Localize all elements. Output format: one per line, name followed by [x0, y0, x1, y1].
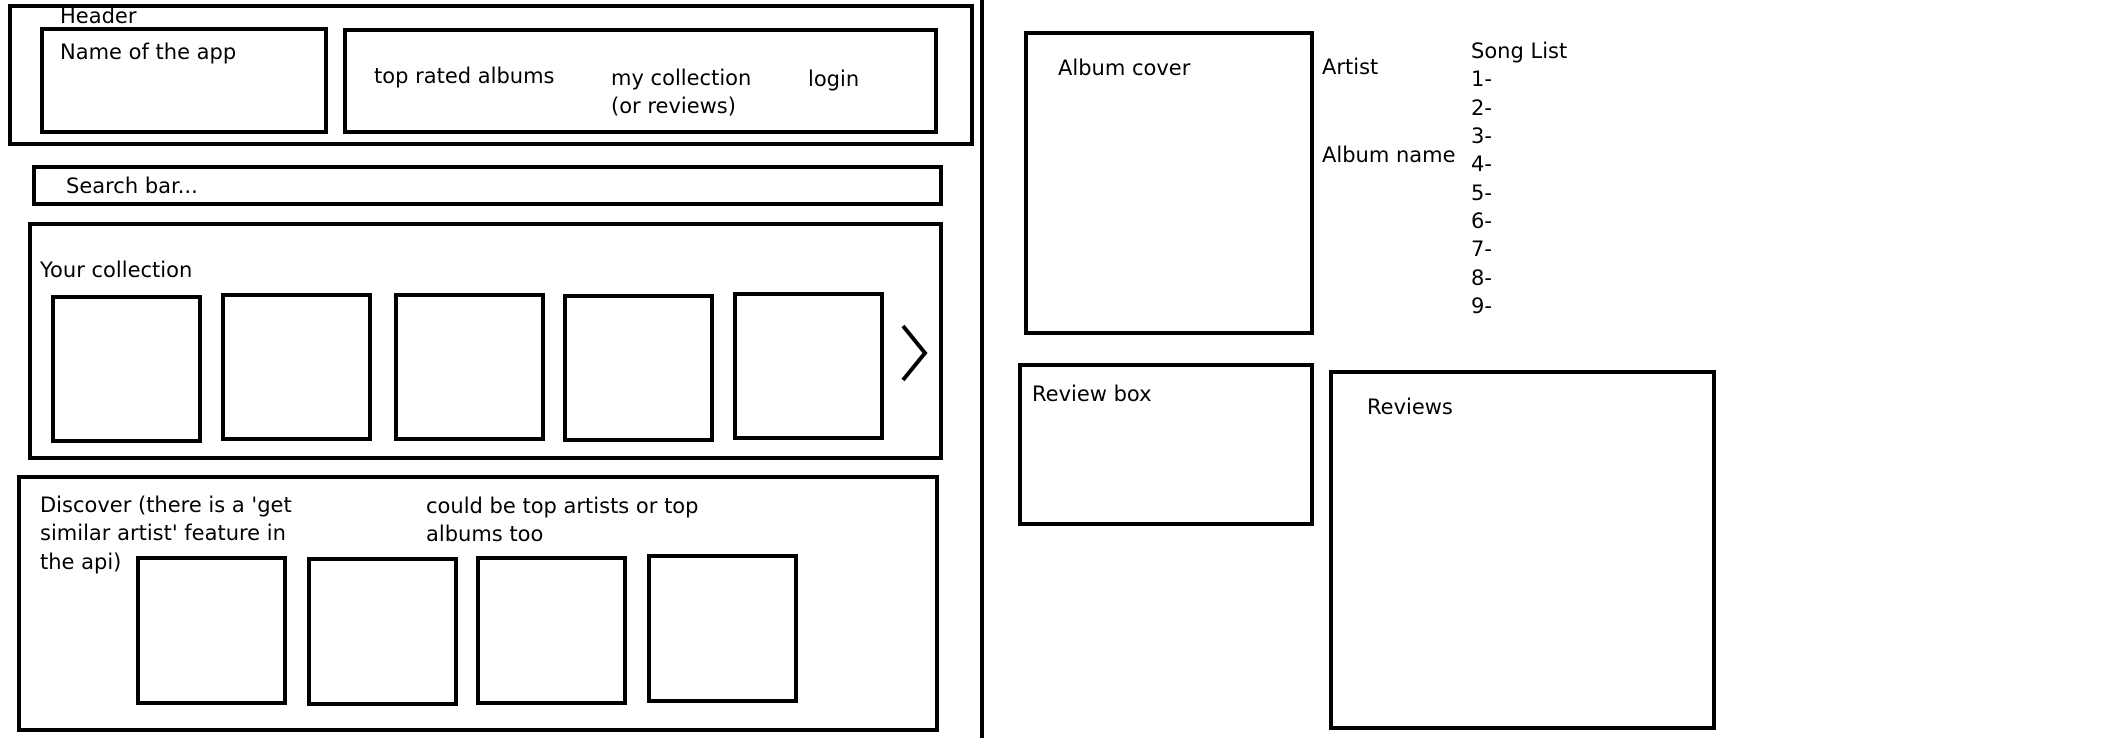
nav-my-collection-line2: (or reviews): [611, 94, 736, 119]
song-list-item: 6-: [1471, 209, 1492, 234]
search-placeholder: Search bar...: [66, 174, 198, 198]
song-list-item: 1-: [1471, 67, 1492, 92]
discover-note-line1: could be top artists or top: [426, 494, 699, 518]
collection-album-card[interactable]: [51, 295, 202, 443]
discover-note: could be top artists or top albums too: [426, 492, 699, 549]
album-cover-label: Album cover: [1058, 56, 1191, 80]
mockup-divider: [980, 0, 984, 738]
album-name-label: Album name: [1322, 143, 1456, 167]
nav-login[interactable]: login: [808, 65, 859, 93]
collection-title: Your collection: [40, 258, 193, 282]
nav-my-collection-line1: my collection: [611, 66, 752, 90]
nav-my-collection[interactable]: my collection (or reviews): [611, 64, 751, 121]
song-list-item: 3-: [1471, 124, 1492, 149]
song-list-item: 2-: [1471, 95, 1492, 120]
discover-note-line2: albums too: [426, 522, 544, 547]
chevron-right-icon[interactable]: [897, 322, 931, 384]
discover-title-line1: Discover (there is a 'get: [40, 493, 292, 517]
song-list-item: 8-: [1471, 265, 1492, 290]
collection-album-card[interactable]: [221, 293, 372, 441]
discover-title-line2: similar artist' feature in: [40, 521, 286, 546]
reviews-label: Reviews: [1367, 395, 1453, 419]
discover-album-card[interactable]: [136, 556, 287, 705]
discover-album-card[interactable]: [307, 557, 458, 706]
discover-album-card[interactable]: [647, 554, 798, 703]
review-box-label: Review box: [1032, 382, 1152, 406]
song-list-item: 7-: [1471, 237, 1492, 262]
discover-album-card[interactable]: [476, 556, 627, 705]
collection-album-card[interactable]: [563, 294, 714, 442]
collection-album-card[interactable]: [394, 293, 545, 441]
app-name: Name of the app: [60, 40, 237, 64]
song-list-item: 9-: [1471, 294, 1492, 319]
artist-label: Artist: [1322, 55, 1379, 79]
nav-top-rated-albums[interactable]: top rated albums: [374, 62, 555, 90]
reviews-box: [1329, 370, 1716, 730]
song-list: Song List 1- 2- 3- 4- 5- 6- 7- 8- 9-: [1471, 37, 1567, 320]
collection-album-card[interactable]: [733, 292, 884, 440]
song-list-item: 5-: [1471, 180, 1492, 205]
song-list-title: Song List: [1471, 39, 1568, 63]
song-list-item: 4-: [1471, 152, 1492, 177]
